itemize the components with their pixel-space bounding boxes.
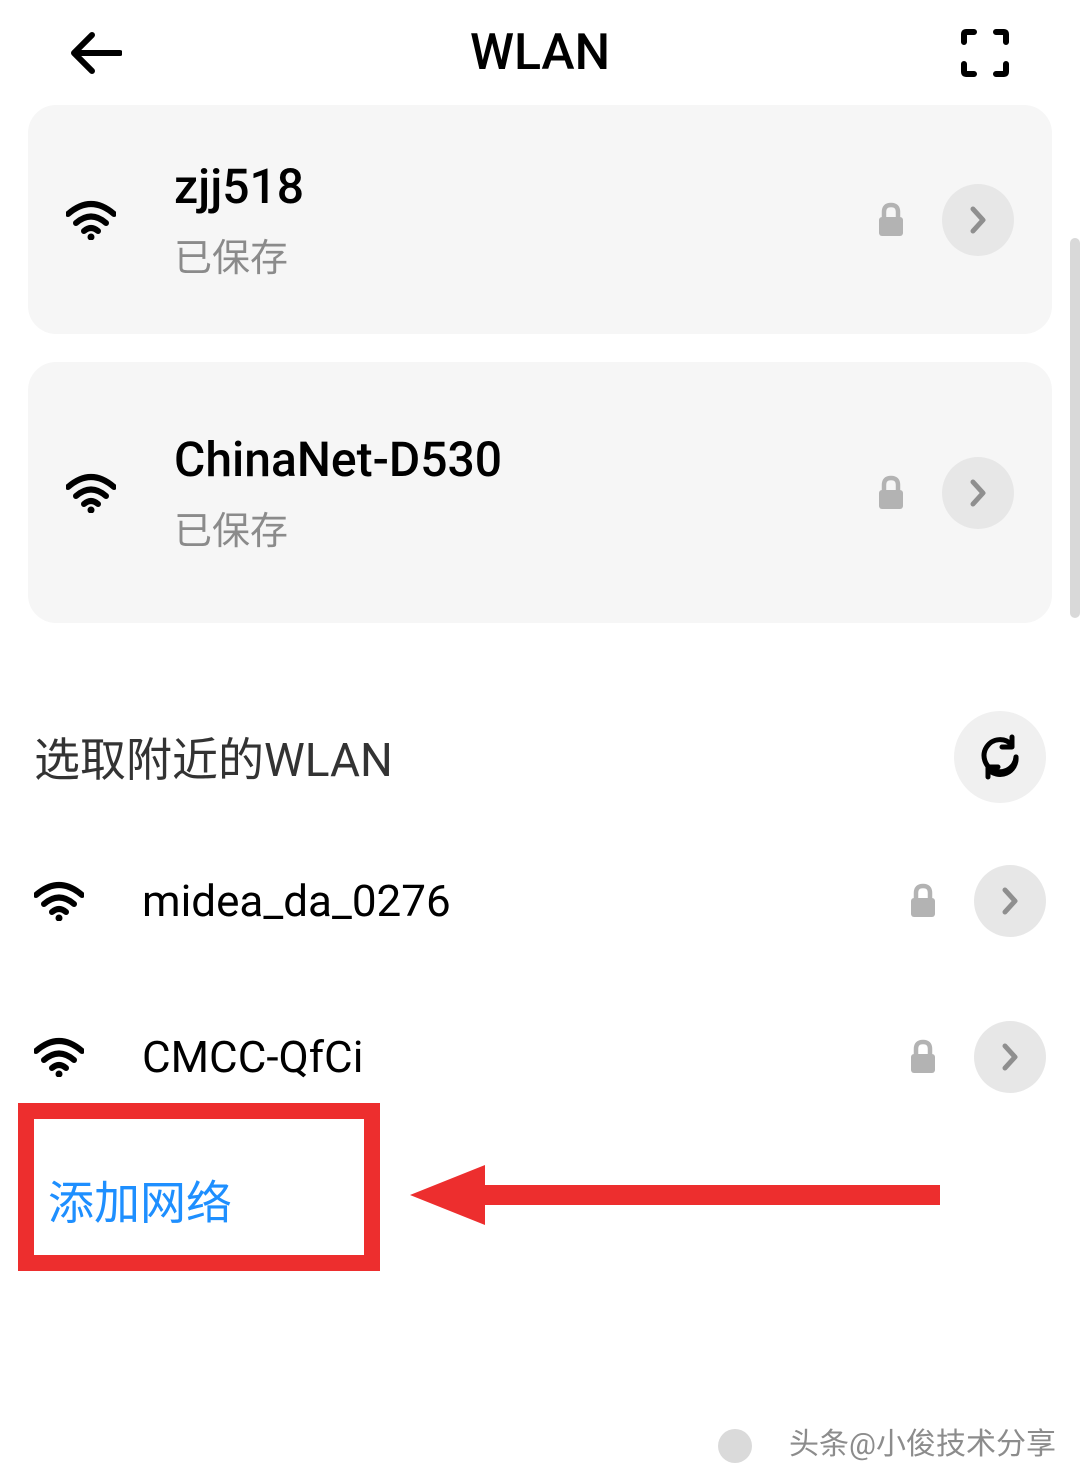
wifi-icon	[66, 473, 116, 513]
network-details-button[interactable]	[942, 184, 1014, 256]
wifi-icon	[34, 1037, 84, 1077]
lock-icon	[874, 202, 908, 238]
saved-network-item[interactable]: ChinaNet-D530 已保存	[28, 362, 1052, 623]
network-details-button[interactable]	[974, 1021, 1046, 1093]
watermark-logo-icon	[718, 1429, 752, 1463]
network-name: ChinaNet-D530	[174, 430, 874, 490]
header: WLAN	[0, 0, 1080, 105]
network-name: midea_da_0276	[142, 874, 906, 929]
network-name: CMCC-QfCi	[142, 1030, 906, 1085]
wifi-icon	[34, 881, 84, 921]
network-text: ChinaNet-D530 已保存	[174, 430, 874, 555]
network-details-button[interactable]	[942, 457, 1014, 529]
scrollbar[interactable]	[1070, 238, 1080, 618]
scan-qr-button[interactable]	[957, 25, 1012, 80]
saved-network-item[interactable]: zjj518 已保存	[28, 105, 1052, 334]
lock-icon	[906, 883, 940, 919]
refresh-button[interactable]	[954, 711, 1046, 803]
network-status: 已保存	[174, 227, 874, 282]
network-text: zjj518 已保存	[174, 157, 874, 282]
network-name: zjj518	[174, 157, 874, 217]
nearby-network-item[interactable]: CMCC-QfCi	[0, 979, 1080, 1135]
nearby-network-item[interactable]: midea_da_0276	[0, 823, 1080, 979]
network-status: 已保存	[174, 500, 874, 555]
add-network-button[interactable]: 添加网络	[0, 1135, 1080, 1265]
lock-icon	[874, 475, 908, 511]
nearby-section-header: 选取附近的WLAN	[0, 651, 1080, 823]
lock-icon	[906, 1039, 940, 1075]
page-title: WLAN	[470, 24, 610, 82]
wifi-icon	[66, 200, 116, 240]
back-button[interactable]	[68, 25, 123, 80]
network-details-button[interactable]	[974, 865, 1046, 937]
nearby-section-title: 选取附近的WLAN	[34, 724, 393, 790]
watermark-text: 头条@小俊技术分享	[789, 1419, 1056, 1463]
